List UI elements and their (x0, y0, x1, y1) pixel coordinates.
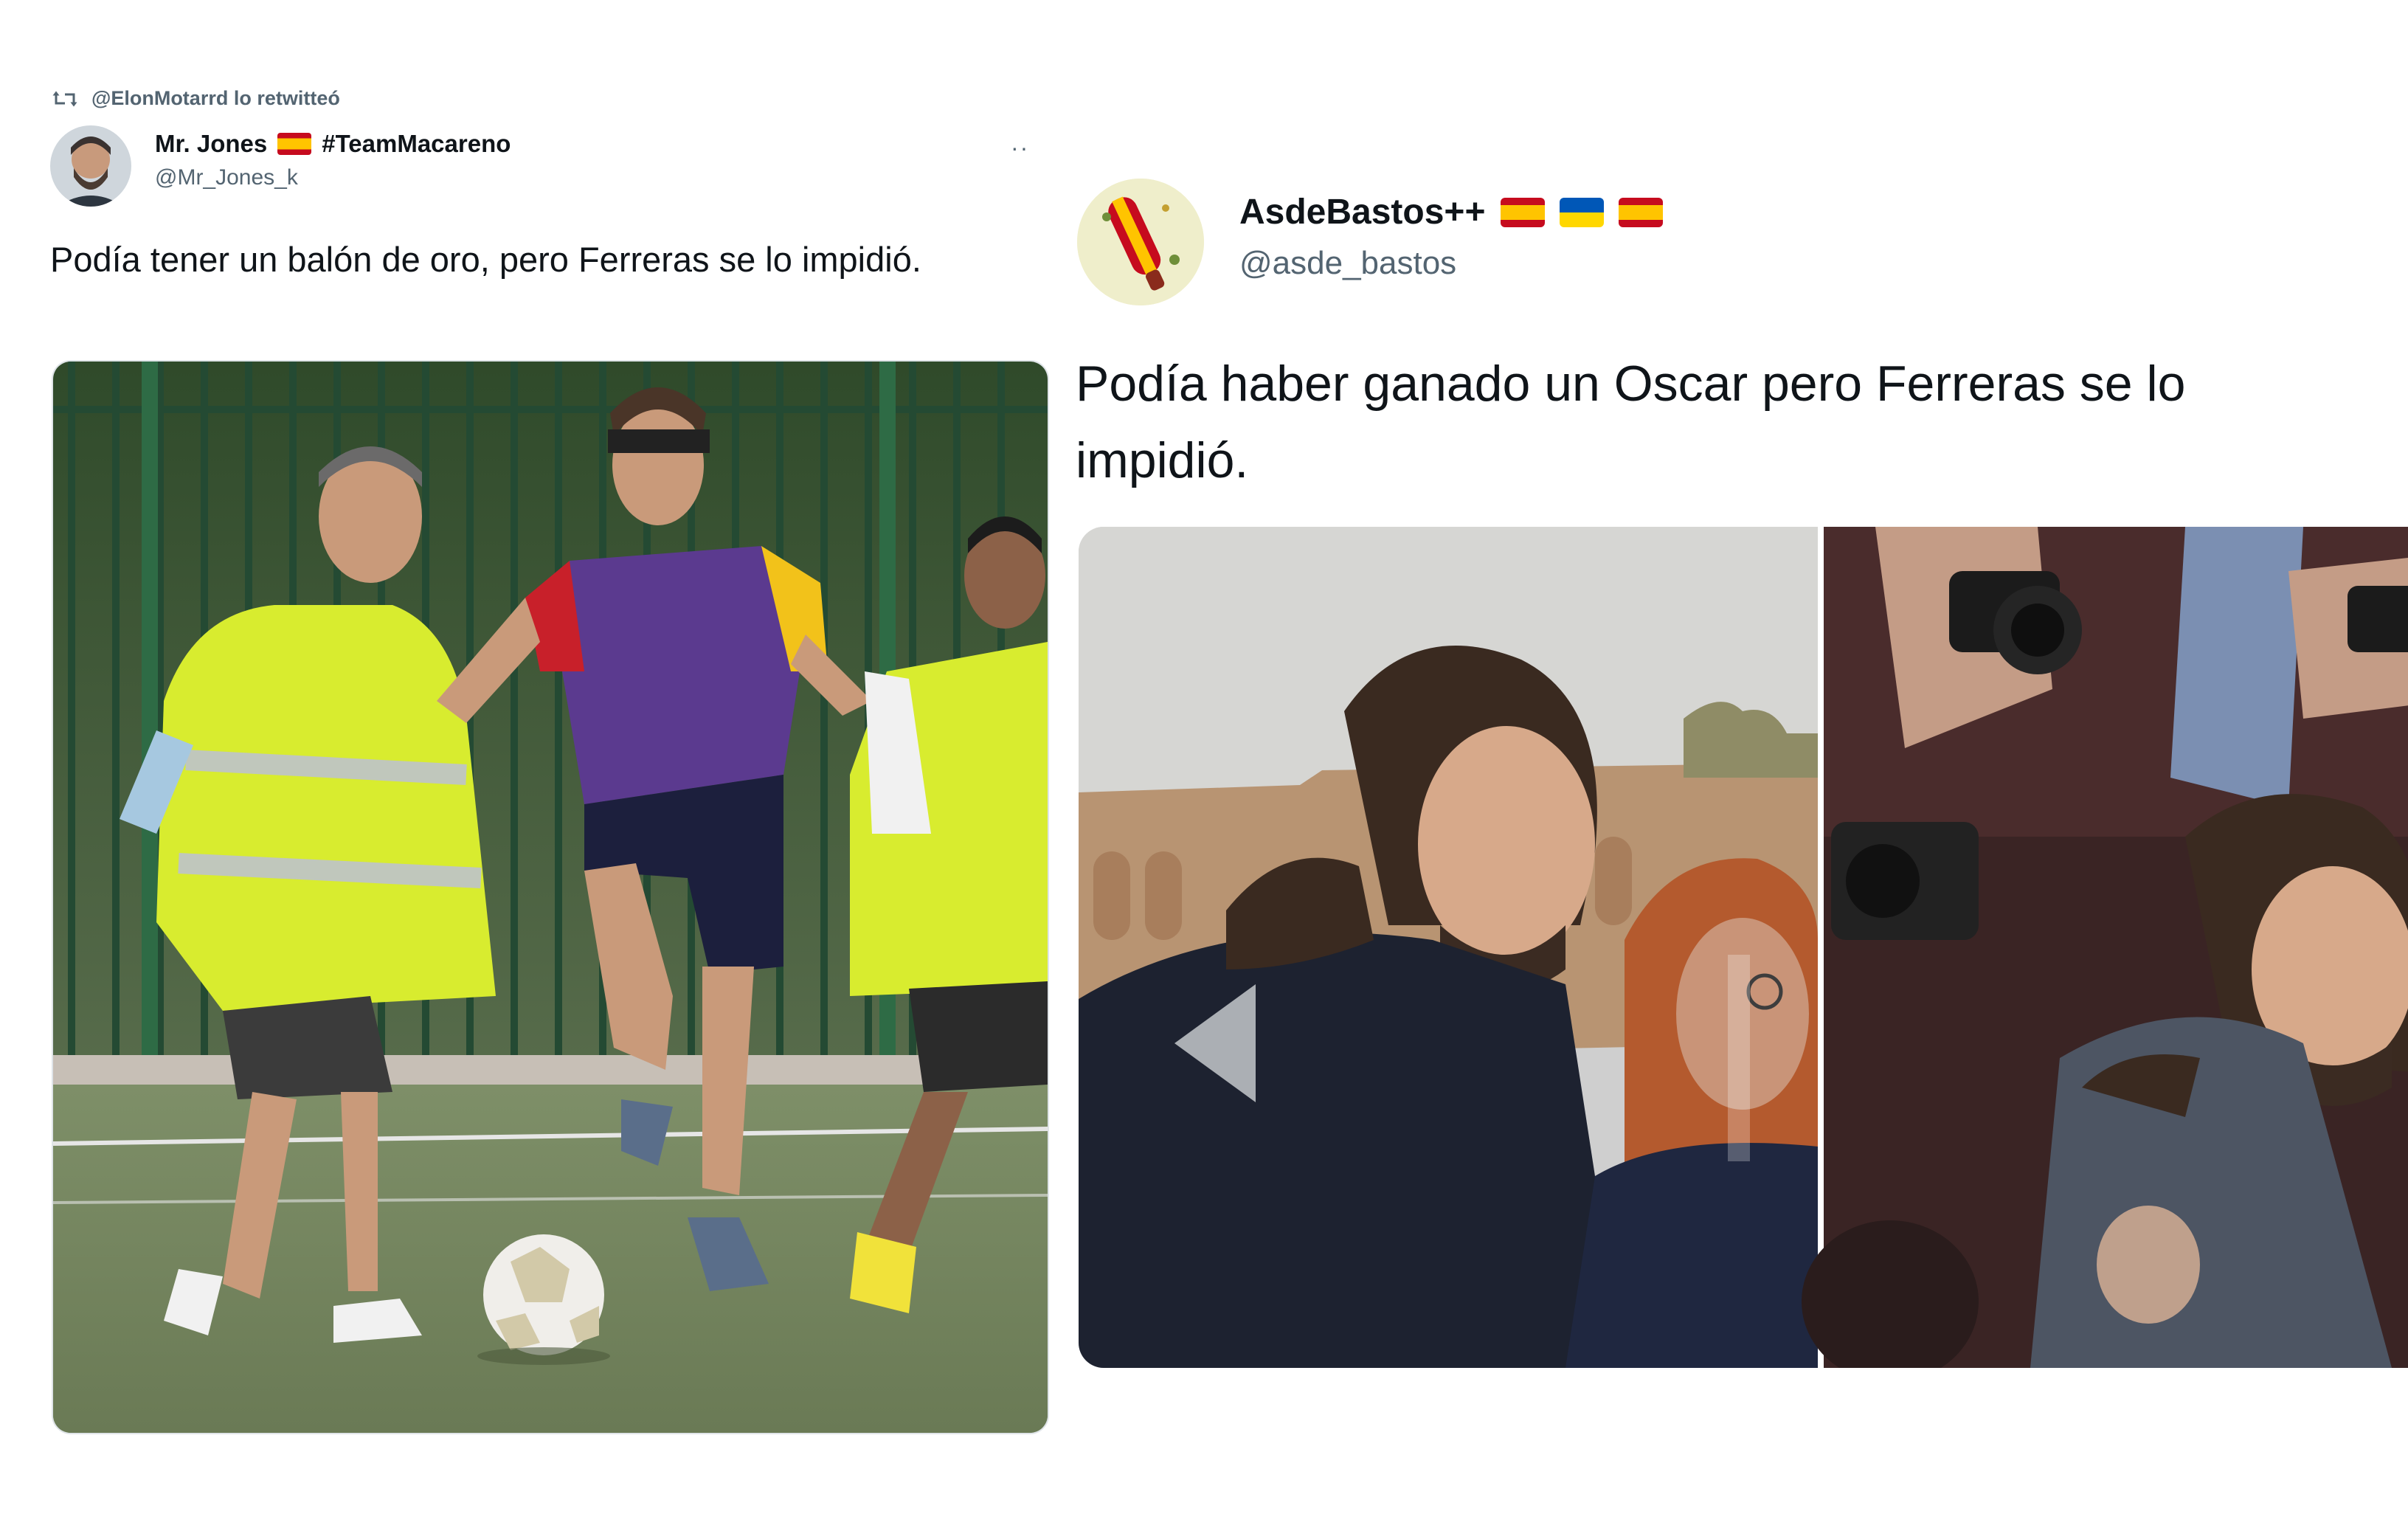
author-name-row[interactable]: AsdeBastos++ (1239, 192, 1663, 232)
tweet-text-line-1: Podía haber ganado un Oscar pero Ferrera… (1076, 356, 2186, 412)
tweet-card-1[interactable]: @ElonMotarrd lo retwitteó Mr. Jones #Tea… (44, 81, 1055, 1446)
retweet-notice: @ElonMotarrd lo retwitteó (52, 87, 340, 110)
avatar[interactable] (1077, 179, 1204, 305)
author-handle[interactable]: @asde_bastos (1239, 245, 1456, 282)
tweet-text: Podía tener un balón de oro, pero Ferrer… (50, 240, 921, 279)
author-name-row[interactable]: Mr. Jones #TeamMacareno (155, 130, 511, 158)
tweet-text: Podía haber ganado un Oscar pero Ferrera… (1076, 345, 2408, 499)
avatar-image (50, 125, 131, 207)
retweet-notice-text: @ElonMotarrd lo retwitteó (91, 87, 340, 109)
author-name[interactable]: AsdeBastos++ (1239, 192, 1486, 232)
spain-flag-icon (277, 133, 312, 155)
author-name-suffix: #TeamMacareno (322, 130, 511, 157)
football-scene-image (53, 362, 1048, 1433)
author-name[interactable]: Mr. Jones (155, 130, 267, 158)
retweet-icon (52, 88, 78, 110)
tweet-photo-gallery[interactable] (1079, 527, 2408, 1368)
spain-flag-icon (1618, 197, 1663, 227)
ukraine-flag-icon (1559, 197, 1604, 227)
tweet-card-2[interactable]: AsdeBastos++ @asde_bastos Podía haber ga… (1068, 162, 2408, 1372)
tweet-text-line-2: impidió. (1076, 432, 1249, 488)
tweet-photo[interactable] (52, 360, 1049, 1434)
spain-flag-icon (1500, 197, 1545, 227)
avatar-image (1077, 179, 1204, 305)
more-icon[interactable]: ·· (1011, 134, 1029, 162)
crying-man-collage-image (1079, 527, 2408, 1368)
avatar[interactable] (50, 125, 131, 207)
author-handle[interactable]: @Mr_Jones_k (155, 165, 298, 190)
